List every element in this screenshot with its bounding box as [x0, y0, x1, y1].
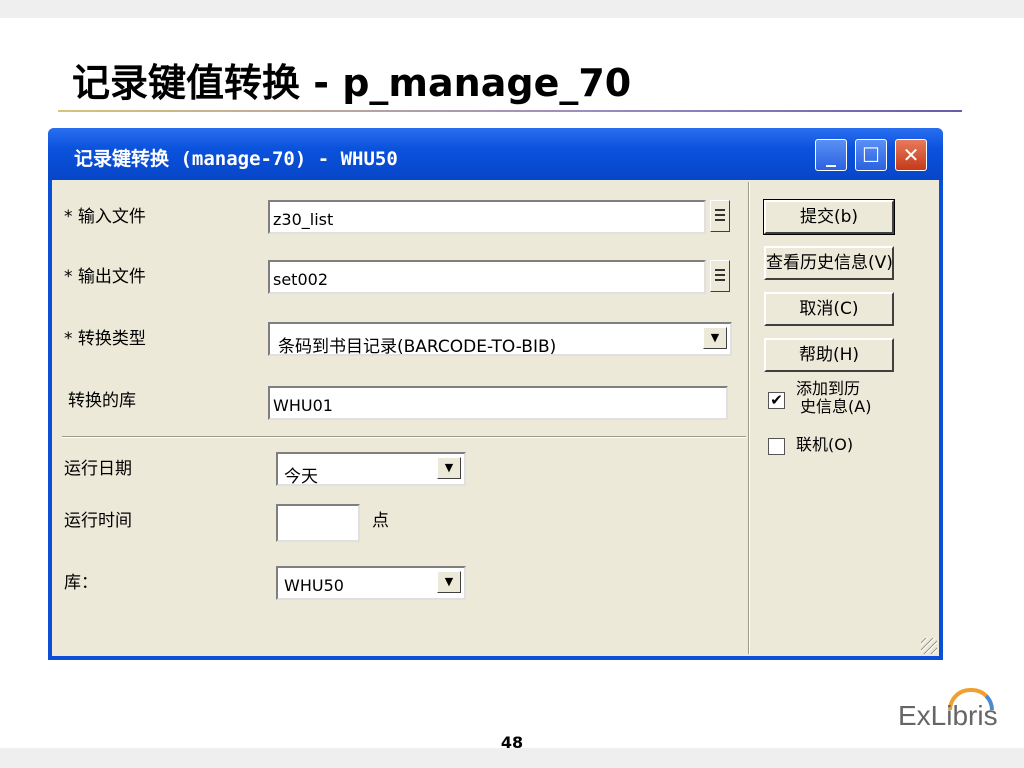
input-file-field[interactable]: z30_list: [268, 200, 706, 234]
output-file-label: * 输出文件: [64, 267, 146, 287]
output-file-field[interactable]: set002: [268, 260, 706, 294]
library-label: 库：: [64, 573, 98, 593]
slide-title: 记录键值转换 - p_manage_70: [72, 61, 632, 105]
top-band: [0, 0, 1024, 18]
run-time-label: 运行时间: [64, 511, 132, 531]
conversion-type-select[interactable]: 条码到书目记录(BARCODE-TO-BIB) ▼: [268, 322, 732, 356]
target-library-field[interactable]: WHU01: [268, 386, 728, 420]
online-checkbox[interactable]: [768, 438, 785, 455]
close-icon: ✕: [902, 143, 920, 167]
input-file-label: * 输入文件: [64, 207, 146, 227]
run-time-unit: 点: [372, 511, 389, 531]
resize-grip[interactable]: [921, 638, 937, 654]
dialog-client-area: * 输入文件 z30_list * 输出文件 set002 * 转换类型 条码到…: [52, 180, 939, 656]
page-number: 48: [500, 733, 524, 752]
help-button[interactable]: 帮助(H): [764, 338, 894, 372]
horizontal-divider: [62, 436, 746, 438]
conversion-type-label: * 转换类型: [64, 329, 146, 349]
library-select[interactable]: WHU50 ▼: [276, 566, 466, 600]
chevron-down-icon[interactable]: ▼: [703, 327, 727, 349]
add-history-checkbox[interactable]: ✔: [768, 392, 785, 409]
view-history-button[interactable]: 查看历史信息(V): [764, 246, 894, 280]
minimize-button[interactable]: _: [815, 139, 847, 171]
close-button[interactable]: ✕: [895, 139, 927, 171]
add-history-label-line2: 史信息(A): [800, 397, 872, 416]
exlibris-logo: ExLibris: [898, 700, 998, 731]
window-titlebar[interactable]: 记录键转换 (manage-70) - WHU50 _ ☐ ✕: [48, 128, 943, 180]
library-value: WHU50: [284, 576, 344, 595]
add-history-label: 添加到历 史信息(A): [796, 380, 871, 416]
add-history-label-line1: 添加到历: [796, 379, 861, 398]
title-divider: [58, 110, 962, 112]
window-title: 记录键转换 (manage-70) - WHU50: [74, 148, 398, 170]
run-time-field[interactable]: [276, 504, 360, 542]
run-date-value: 今天: [284, 467, 318, 486]
run-date-select[interactable]: 今天 ▼: [276, 452, 466, 486]
conversion-type-value: 条码到书目记录(BARCODE-TO-BIB): [278, 337, 557, 356]
input-file-browse-button[interactable]: [710, 200, 730, 232]
chevron-down-icon[interactable]: ▼: [437, 571, 461, 593]
maximize-button[interactable]: ☐: [855, 139, 887, 171]
run-date-label: 运行日期: [64, 459, 132, 479]
vertical-divider: [748, 182, 750, 654]
dialog-window: 记录键转换 (manage-70) - WHU50 _ ☐ ✕ * 输入文件 z…: [48, 128, 943, 660]
online-label: 联机(O): [796, 435, 854, 454]
cancel-button[interactable]: 取消(C): [764, 292, 894, 326]
maximize-icon: ☐: [862, 143, 880, 167]
chevron-down-icon[interactable]: ▼: [437, 457, 461, 479]
target-library-label: 转换的库: [68, 391, 136, 411]
output-file-browse-button[interactable]: [710, 260, 730, 292]
submit-button[interactable]: 提交(b): [763, 199, 895, 235]
minimize-icon: _: [826, 143, 836, 167]
